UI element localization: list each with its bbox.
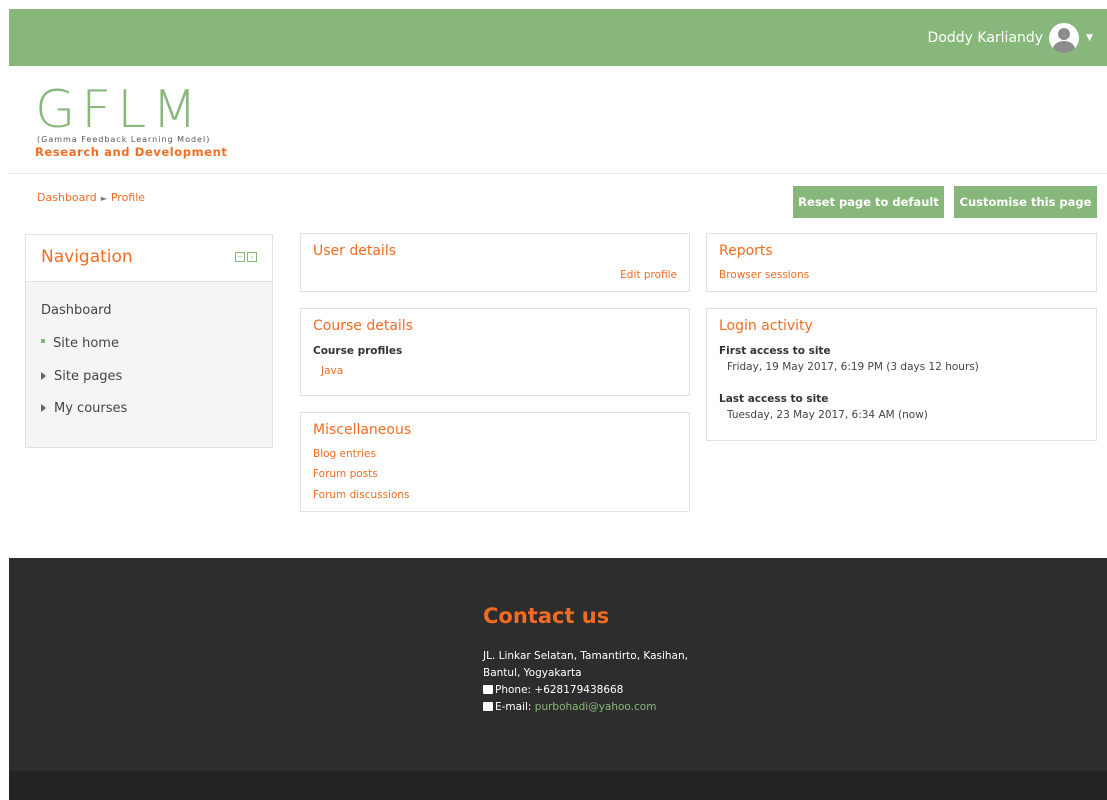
logo-subtitle: Research and Development — [35, 145, 228, 159]
user-menu[interactable]: Doddy Karliandy ▼ — [928, 23, 1093, 53]
envelope-icon — [483, 702, 493, 711]
navigation-block: Navigation − ‹ Dashboard Site home Site … — [25, 234, 273, 448]
phone-icon — [483, 685, 493, 694]
expand-arrow-icon[interactable] — [41, 403, 46, 412]
user-name[interactable]: Doddy Karliandy — [928, 30, 1044, 46]
nav-item-label: My courses — [54, 401, 128, 416]
reports-title: Reports — [719, 243, 773, 259]
nav-item-my-courses[interactable]: My courses — [41, 401, 127, 416]
edit-profile-link[interactable]: Edit profile — [620, 269, 677, 281]
header-divider — [9, 173, 1107, 174]
block-dock-icon[interactable]: ‹ — [247, 252, 257, 262]
footer: Contact us JL. Linkar Selatan, Tamantirt… — [9, 558, 1107, 771]
customise-page-button[interactable]: Customise this page — [954, 186, 1097, 218]
breadcrumb-dashboard[interactable]: Dashboard — [37, 191, 97, 204]
blog-entries-link[interactable]: Blog entries — [313, 448, 376, 460]
miscellaneous-block: Miscellaneous Blog entries Forum posts F… — [300, 412, 690, 512]
caret-down-icon[interactable]: ▼ — [1086, 33, 1093, 43]
nav-item-site-home[interactable]: Site home — [41, 336, 119, 351]
nav-item-label: Site pages — [54, 369, 123, 384]
forum-posts-link[interactable]: Forum posts — [313, 468, 378, 480]
first-access-label: First access to site — [719, 345, 831, 357]
login-activity-block: Login activity First access to site Frid… — [706, 308, 1097, 441]
reset-page-button[interactable]: Reset page to default — [793, 186, 944, 218]
bullet-icon — [41, 338, 45, 343]
block-controls: − ‹ — [235, 252, 257, 262]
site-logo[interactable]: GFLM (Gamma Feedback Learning Model) Res… — [35, 80, 275, 159]
user-details-block: User details Edit profile — [300, 233, 690, 292]
course-details-title: Course details — [313, 318, 413, 334]
course-details-block: Course details Course profiles Java — [300, 308, 690, 396]
first-access-value: Friday, 19 May 2017, 6:19 PM (3 days 12 … — [727, 361, 979, 373]
course-profiles-label: Course profiles — [313, 345, 403, 357]
contact-email: E-mail: purbohadi@yahoo.com — [483, 701, 656, 713]
logo-main: GFLM — [35, 80, 204, 140]
contact-phone: Phone: +628179438668 — [483, 684, 623, 696]
forum-discussions-link[interactable]: Forum discussions — [313, 489, 410, 501]
user-details-title: User details — [313, 243, 397, 259]
nav-item-label: Dashboard — [41, 303, 112, 318]
user-avatar-icon[interactable] — [1049, 23, 1080, 53]
navigation-header: Navigation − ‹ — [26, 235, 272, 282]
expand-arrow-icon[interactable] — [41, 371, 46, 380]
nav-item-site-pages[interactable]: Site pages — [41, 369, 122, 384]
top-navbar: Doddy Karliandy ▼ — [9, 9, 1107, 66]
block-collapse-icon[interactable]: − — [235, 252, 245, 262]
course-link-java[interactable]: Java — [321, 365, 343, 377]
reports-block: Reports Browser sessions — [706, 233, 1097, 292]
navigation-title: Navigation — [41, 247, 133, 267]
login-activity-title: Login activity — [719, 318, 813, 334]
breadcrumb-separator-icon: ► — [100, 194, 107, 203]
email-label: E-mail: — [495, 701, 535, 713]
breadcrumb-profile[interactable]: Profile — [111, 191, 145, 204]
page: Doddy Karliandy ▼ GFLM (Gamma Feedback L… — [9, 9, 1107, 800]
last-access-value: Tuesday, 23 May 2017, 6:34 AM (now) — [727, 409, 928, 421]
phone-text: Phone: +628179438668 — [495, 684, 624, 696]
breadcrumb: Dashboard ► Profile — [37, 191, 145, 204]
nav-item-label: Site home — [53, 336, 119, 351]
nav-item-dashboard[interactable]: Dashboard — [41, 303, 112, 318]
logo-tagline: (Gamma Feedback Learning Model) — [37, 135, 211, 144]
footer-bottom-bar — [9, 771, 1107, 800]
miscellaneous-title: Miscellaneous — [313, 422, 412, 438]
browser-sessions-link[interactable]: Browser sessions — [719, 269, 809, 281]
contact-title: Contact us — [483, 604, 610, 628]
contact-address-line2: Bantul, Yogyakarta — [483, 667, 582, 679]
email-link[interactable]: purbohadi@yahoo.com — [535, 701, 657, 713]
last-access-label: Last access to site — [719, 393, 829, 405]
contact-address-line1: JL. Linkar Selatan, Tamantirto, Kasihan, — [483, 650, 688, 662]
